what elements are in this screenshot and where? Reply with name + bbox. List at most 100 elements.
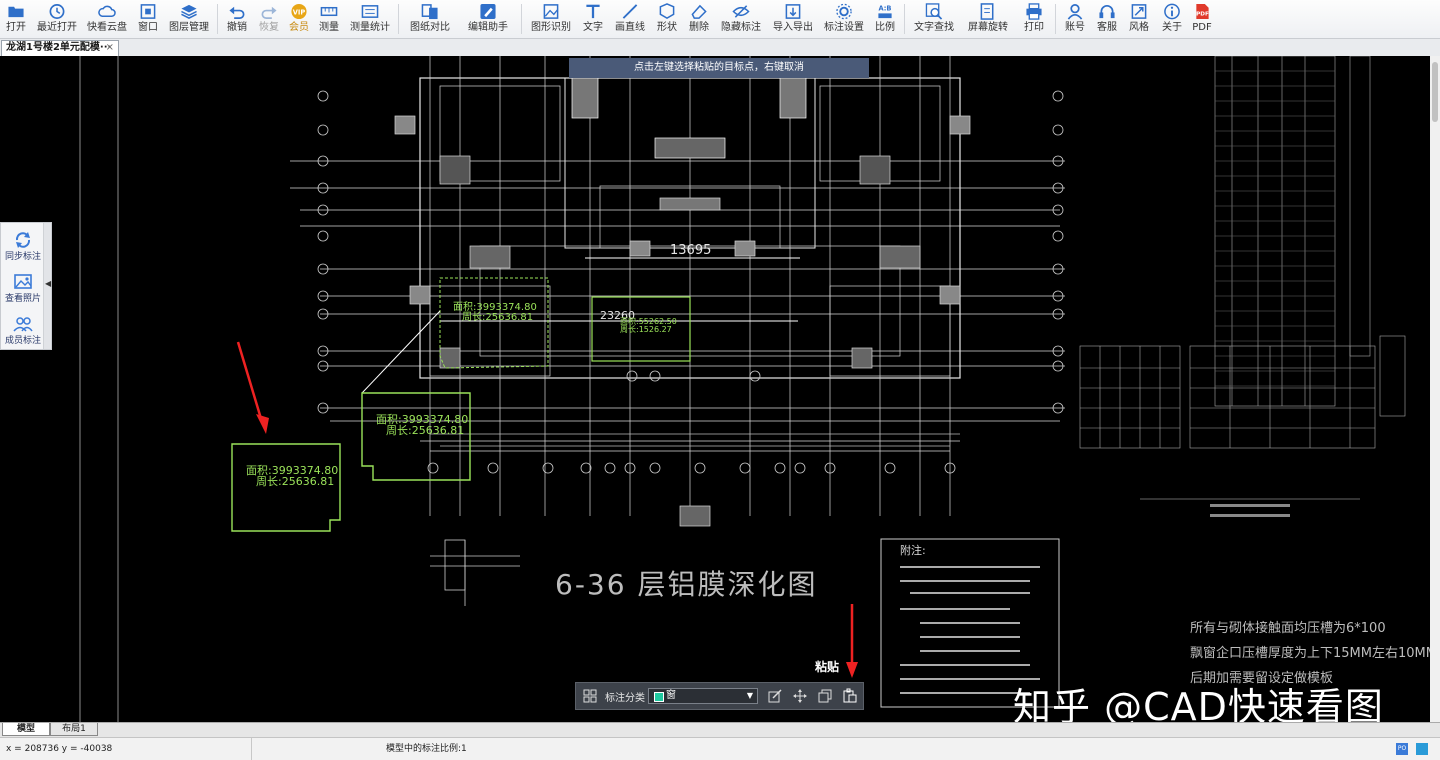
toolbar-label: 图形识别 [531, 22, 571, 33]
toolbar-label: 打开 [6, 22, 26, 33]
toolbar-button-window[interactable]: 窗口 [132, 0, 164, 35]
toolbar-button-style[interactable]: 风格 [1123, 0, 1155, 35]
red-arrow-paste [846, 604, 858, 678]
toolbar-button-text-search[interactable]: 文字查找 [908, 0, 960, 35]
toolbar-label: 文字 [583, 22, 603, 33]
toolbar-button-eraser[interactable]: 删除 [683, 0, 715, 35]
drawing-canvas[interactable]: 13695 23260 面积:3993374.80 周长:25636.81 面积… [0, 56, 1430, 722]
toolbar-label: 恢复 [259, 22, 279, 33]
toolbar-separator [217, 4, 218, 34]
toolbar-label: 测量统计 [350, 22, 390, 33]
toolbar-button-text[interactable]: 文字 [577, 0, 609, 35]
eraser-icon [691, 4, 707, 19]
sheet-tab-layout1[interactable]: 布局1 [50, 723, 98, 736]
status-icon-2[interactable] [1416, 743, 1428, 755]
shape-recognize-icon [543, 4, 559, 19]
chevron-down-icon: ▼ [746, 691, 753, 700]
toolbar-button-line[interactable]: 画直线 [609, 0, 651, 35]
scale-icon: A:B [878, 5, 892, 19]
document-tab-bar: 龙湖1号楼2单元配模··· × [0, 39, 1440, 57]
document-tab-title: 龙湖1号楼2单元配模··· [6, 42, 112, 53]
drawing-title: 6-36 层铝膜深化图 [555, 568, 817, 601]
status-bar: x = 208736 y = -40038 模型中的标注比例:1 PO [0, 737, 1440, 760]
toolbar-label: 文字查找 [914, 22, 954, 33]
toolbar-button-pdf[interactable]: PDF PDF [1189, 0, 1215, 35]
notes-title: 附注: [900, 543, 926, 557]
cad-drawing: 13695 23260 面积:3993374.80 周长:25636.81 面积… [79, 56, 1430, 722]
toolbar-button-undo[interactable]: 撤销 [221, 0, 253, 35]
toolbar-button-headset[interactable]: 客服 [1091, 0, 1123, 35]
toolbar-button-layers[interactable]: 图层管理 [164, 0, 214, 35]
toolbar-label: 比例 [875, 22, 895, 33]
toolbar-button-measure-stats[interactable]: 测量统计 [345, 0, 395, 35]
paste-icon[interactable] [842, 688, 857, 703]
shape-icon [659, 3, 675, 19]
toolbar-label: 关于 [1162, 22, 1182, 33]
category-select[interactable]: 窗 ▼ [648, 688, 758, 704]
edit-icon[interactable] [768, 689, 782, 703]
toolbar-button-shape-recognize[interactable]: 图形识别 [525, 0, 577, 35]
window-icon [140, 4, 156, 19]
svg-text:A:B: A:B [879, 5, 892, 13]
toolbar-button-cloud[interactable]: 快看云盘 [82, 0, 132, 35]
toolbar-button-shape[interactable]: 形状 [651, 0, 683, 35]
dimension-label-top: 13695 [670, 243, 711, 258]
toolbar-button-rotate-screen[interactable]: 屏幕旋转 [960, 0, 1016, 35]
sync-annotation-button[interactable]: 同步标注 [1, 225, 45, 267]
perimeter-tag-plan-1: 周长:25636.81 [462, 311, 533, 323]
view-photos-button[interactable]: 查看照片 [1, 267, 45, 309]
toolbar-button-redo[interactable]: 恢复 [253, 0, 285, 35]
toolbar-label: 客服 [1097, 22, 1117, 33]
sheet-tab-model[interactable]: 模型 [2, 723, 50, 736]
toolbar-button-user[interactable]: 账号 [1059, 0, 1091, 35]
toolbar-button-scale[interactable]: A:B 比例 [869, 0, 901, 35]
grid-icon[interactable] [583, 689, 597, 703]
toolbar-button-import-export[interactable]: 导入导出 [767, 0, 819, 35]
toolbar-button-folder[interactable]: 打开 [0, 0, 32, 35]
text-icon [586, 4, 600, 19]
toolbar-label: 风格 [1129, 22, 1149, 33]
annotation-scale: 模型中的标注比例:1 [386, 744, 467, 754]
collapse-arrow-icon: ◀ [45, 279, 52, 288]
toolbar-label: 导入导出 [773, 22, 813, 33]
vip-icon: VIP [291, 3, 307, 20]
pasted-perimeter-tag-1: 周长:25636.81 [386, 424, 464, 437]
toolbar-separator [521, 4, 522, 34]
cloud-icon [98, 5, 116, 17]
annotation-float-toolbar: 标注分类 窗 ▼ [575, 682, 864, 710]
printer-icon [1026, 3, 1042, 20]
paste-hint-banner: 点击左键选择粘贴的目标点，右键取消 [569, 58, 869, 78]
document-tab[interactable]: 龙湖1号楼2单元配模··· × [1, 40, 119, 56]
toolbar-button-printer[interactable]: 打印 [1016, 0, 1052, 35]
category-value: 窗 [666, 690, 676, 701]
move-icon[interactable] [793, 689, 807, 703]
toolbar-button-annotation-settings[interactable]: 标注设置 [819, 0, 869, 35]
toolbar-button-ruler[interactable]: 测量 [313, 0, 345, 35]
toolbar-button-edit-assistant[interactable]: 编辑助手 [458, 0, 518, 35]
close-icon[interactable]: × [106, 41, 114, 55]
toolbar-label: 删除 [689, 22, 709, 33]
toolbar-label: 会员 [289, 22, 309, 33]
toolbar-button-info[interactable]: 关于 [1155, 0, 1189, 35]
toolbar-button-compare[interactable]: 图纸对比 [402, 0, 458, 35]
scrollbar-thumb[interactable] [1432, 62, 1438, 122]
main-toolbar: 打开 最近打开 快看云盘 窗口 图层管理 撤销 恢复 VIP 会员 测量 测量统计 图纸对比 编辑助手 图… [0, 0, 1440, 39]
panel-collapse-handle[interactable]: ◀ [43, 223, 51, 349]
status-icon-1[interactable]: PO [1396, 743, 1408, 755]
folder-icon [8, 6, 24, 18]
red-arrow-annotation [236, 341, 269, 434]
toolbar-label: 账号 [1065, 22, 1085, 33]
toolbar-button-clock[interactable]: 最近打开 [32, 0, 82, 35]
text-search-icon [925, 3, 943, 20]
pasted-perimeter-tag-2: 周长:25636.81 [256, 475, 334, 488]
rotate-screen-icon [980, 3, 994, 20]
toolbar-label: 隐藏标注 [721, 22, 761, 33]
toolbar-button-vip[interactable]: VIP 会员 [285, 0, 313, 35]
pdf-icon: PDF [1196, 3, 1209, 20]
member-annotation-button[interactable]: 成员标注 [1, 309, 45, 351]
toolbar-label: 图层管理 [169, 22, 209, 33]
copy-icon[interactable] [818, 689, 832, 703]
toolbar-button-hide-annotation[interactable]: 隐藏标注 [715, 0, 767, 35]
vertical-scrollbar[interactable] [1430, 56, 1440, 722]
ruler-icon [320, 6, 338, 17]
